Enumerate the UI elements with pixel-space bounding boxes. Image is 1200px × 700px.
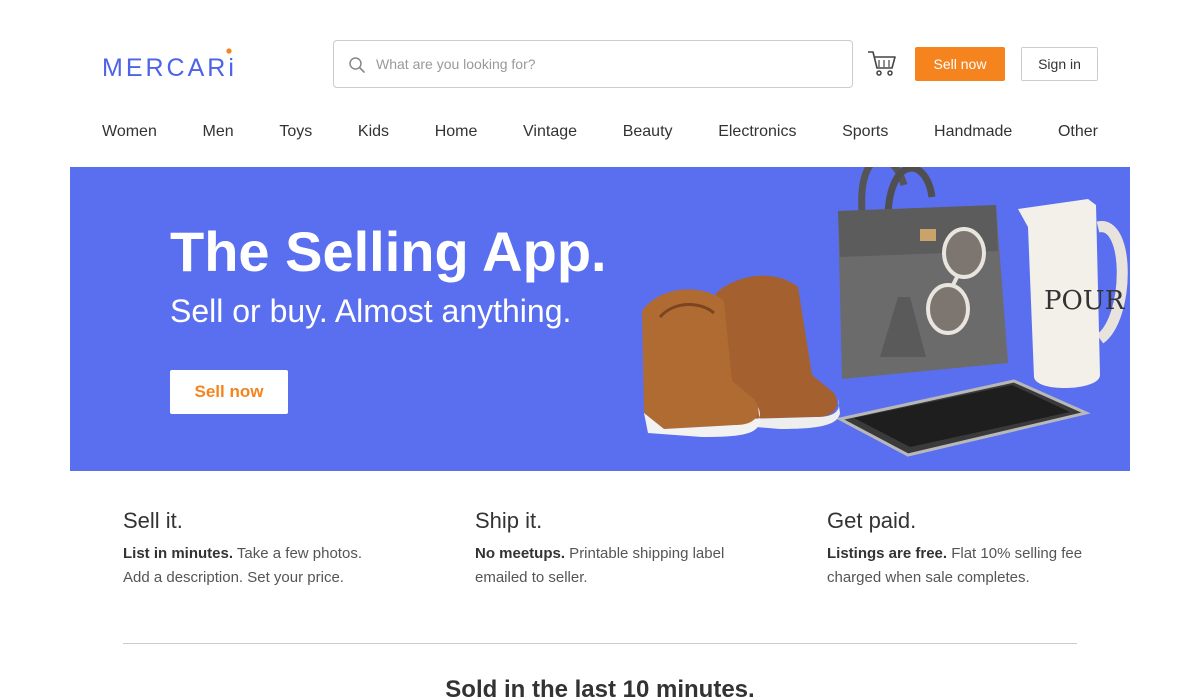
sell-now-button[interactable]: Sell now	[915, 47, 1005, 81]
cart-icon[interactable]	[866, 48, 898, 78]
hero-product-image: POUR	[642, 167, 1128, 457]
nav-item-handmade[interactable]: Handmade	[934, 123, 1012, 141]
feature-sell: Sell it. List in minutes. Take a few pho…	[123, 508, 363, 590]
feature-paid-title: Get paid.	[827, 508, 917, 533]
tablet-image	[835, 379, 1091, 457]
nav-item-women[interactable]: Women	[102, 123, 157, 141]
pitcher-image: POUR	[1018, 199, 1128, 389]
feature-paid-text: Listings are free. Flat 10% selling fee …	[827, 542, 1087, 590]
search-input[interactable]	[376, 41, 836, 87]
nav-item-vintage[interactable]: Vintage	[523, 123, 577, 141]
mercari-logo[interactable]: MERCARi	[102, 46, 234, 80]
nav-item-sports[interactable]: Sports	[842, 123, 888, 141]
nav-item-beauty[interactable]: Beauty	[623, 123, 673, 141]
feature-ship: Ship it. No meetups. Printable shipping …	[475, 508, 725, 590]
sign-in-button[interactable]: Sign in	[1021, 47, 1098, 81]
feature-sell-bold: List in minutes.	[123, 545, 234, 562]
pitcher-text: POUR	[1044, 286, 1126, 316]
section-divider	[123, 643, 1077, 644]
nav-item-electronics[interactable]: Electronics	[718, 123, 796, 141]
nav-item-toys[interactable]: Toys	[279, 123, 312, 141]
feature-sell-text: List in minutes. Take a few photos. Add …	[123, 542, 363, 590]
nav-item-men[interactable]: Men	[203, 123, 234, 141]
handbag-image	[838, 167, 1008, 379]
feature-ship-bold: No meetups.	[475, 545, 566, 562]
nav-item-kids[interactable]: Kids	[358, 123, 389, 141]
search-bar[interactable]	[333, 40, 853, 88]
hero-subtitle: Sell or buy. Almost anything.	[170, 293, 572, 329]
category-nav: Women Men Toys Kids Home Vintage Beauty …	[102, 118, 1098, 146]
feature-paid-bold: Listings are free.	[827, 545, 948, 562]
hero-title: The Selling App.	[170, 220, 607, 283]
nav-item-other[interactable]: Other	[1058, 123, 1098, 141]
sold-recently-title: Sold in the last 10 minutes.	[445, 676, 755, 700]
feature-ship-title: Ship it.	[475, 508, 543, 533]
logo-dot	[226, 48, 232, 54]
feature-paid: Get paid. Listings are free. Flat 10% se…	[827, 508, 1087, 590]
shoes-image	[642, 275, 840, 437]
hero-sell-now-button[interactable]: Sell now	[170, 370, 288, 414]
hero-banner: The Selling App. Sell or buy. Almost any…	[70, 167, 1130, 471]
logo-text: MERCARi	[102, 54, 234, 80]
search-icon	[349, 57, 365, 73]
feature-sell-title: Sell it.	[123, 508, 183, 533]
nav-item-home[interactable]: Home	[435, 123, 478, 141]
feature-ship-text: No meetups. Printable shipping label ema…	[475, 542, 725, 590]
